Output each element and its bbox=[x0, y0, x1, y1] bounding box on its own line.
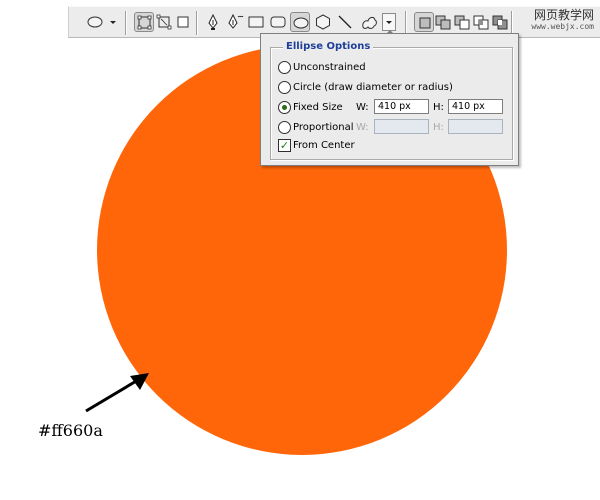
line-icon bbox=[338, 15, 352, 29]
create-new-shape-layer[interactable] bbox=[414, 12, 434, 32]
watermark-sub: www.webjx.com bbox=[531, 22, 594, 31]
fixed-width-field[interactable]: 410 px bbox=[374, 99, 429, 114]
color-hex-label: #ff660a bbox=[38, 421, 103, 440]
subtract-from-shape-area[interactable] bbox=[452, 12, 472, 32]
toolbar-separator bbox=[405, 11, 406, 35]
polygon-icon bbox=[316, 14, 330, 30]
proportional-width-label: W: bbox=[356, 122, 369, 133]
toolbar-separator bbox=[125, 11, 126, 35]
ellipse-preset-picker[interactable] bbox=[85, 12, 119, 32]
rectangle-icon bbox=[248, 16, 264, 28]
circle-radio[interactable] bbox=[278, 81, 291, 94]
fixed-height-field[interactable]: 410 px bbox=[448, 99, 503, 114]
proportional-radio[interactable] bbox=[278, 121, 291, 134]
from-center-label: From Center bbox=[293, 140, 355, 151]
ellipse-tool[interactable] bbox=[290, 12, 310, 32]
chevron-down-icon bbox=[382, 13, 396, 31]
intersect-shape-areas[interactable] bbox=[471, 12, 491, 32]
pen-tool[interactable] bbox=[203, 12, 223, 32]
ellipse-icon bbox=[293, 17, 309, 29]
watermark: 网页教学网 www.webjx.com bbox=[531, 8, 594, 32]
custom-shape-tool[interactable] bbox=[359, 12, 379, 32]
from-center-checkbox[interactable]: ✓ bbox=[278, 139, 291, 152]
custom-shape-icon bbox=[362, 17, 377, 29]
unconstrained-radio[interactable] bbox=[278, 61, 291, 74]
fixed-height-label: H: bbox=[433, 102, 444, 113]
toolbar-separator bbox=[511, 11, 512, 35]
unconstrained-label: Unconstrained bbox=[293, 62, 366, 73]
ellipse-options-popup: Ellipse Options Unconstrained Circle (dr… bbox=[260, 33, 519, 166]
polygon-tool[interactable] bbox=[313, 12, 333, 32]
rectangle-tool[interactable] bbox=[246, 12, 266, 32]
proportional-height-label: H: bbox=[433, 122, 444, 133]
popup-title: Ellipse Options bbox=[283, 41, 374, 52]
exclude-overlapping-shape-areas[interactable] bbox=[490, 12, 510, 32]
watermark-main: 网页教学网 bbox=[533, 8, 594, 22]
proportional-label: Proportional bbox=[293, 122, 354, 133]
fixed-size-radio[interactable] bbox=[278, 101, 291, 114]
line-tool[interactable] bbox=[335, 12, 355, 32]
fixed-size-label: Fixed Size bbox=[293, 102, 343, 113]
proportional-height-field[interactable] bbox=[448, 119, 503, 134]
toolbar-separator bbox=[196, 11, 197, 35]
proportional-width-field[interactable] bbox=[374, 119, 429, 134]
fixed-width-label: W: bbox=[356, 102, 369, 113]
exclude-area-icon bbox=[492, 15, 508, 30]
pen-icon bbox=[208, 13, 218, 30]
ellipse-icon bbox=[87, 16, 116, 28]
rounded-rectangle-icon bbox=[270, 16, 286, 28]
subtract-area-icon bbox=[454, 15, 470, 30]
circle-label: Circle (draw diameter or radius) bbox=[293, 82, 453, 93]
paths-mode[interactable] bbox=[154, 12, 174, 32]
shape-layers-icon bbox=[137, 15, 152, 30]
shape-layers-mode[interactable] bbox=[134, 12, 154, 32]
fill-pixels-mode[interactable] bbox=[173, 12, 193, 32]
add-area-icon bbox=[435, 15, 451, 30]
freeform-pen-icon bbox=[228, 13, 244, 29]
fill-pixels-icon bbox=[177, 16, 189, 28]
paths-icon bbox=[156, 14, 172, 30]
intersect-area-icon bbox=[473, 15, 489, 30]
freeform-pen-tool[interactable] bbox=[225, 12, 245, 32]
geometry-options-dropdown[interactable] bbox=[382, 12, 396, 32]
rounded-rectangle-tool[interactable] bbox=[268, 12, 288, 32]
new-shape-icon bbox=[419, 17, 431, 29]
add-to-shape-area[interactable] bbox=[433, 12, 453, 32]
